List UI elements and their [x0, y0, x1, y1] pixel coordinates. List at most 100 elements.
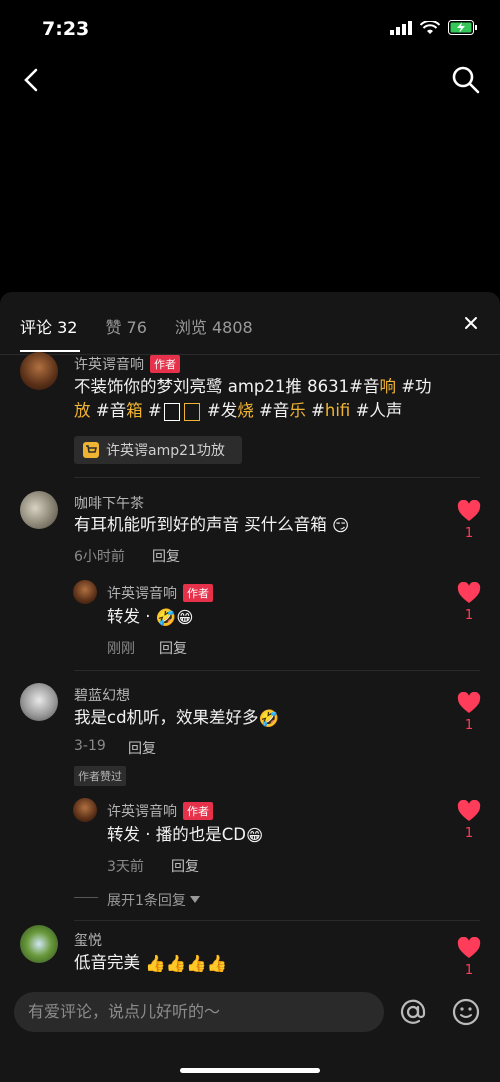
hashtag-highlight[interactable]: 响	[379, 377, 396, 396]
comment-text-content: 我是cd机听，效果差好多	[74, 708, 259, 727]
mention-icon[interactable]	[398, 997, 428, 1027]
hashtag-highlight[interactable]: 箱	[126, 401, 143, 420]
avatar[interactable]	[20, 925, 58, 963]
grin-emoji-icon: 😏	[332, 515, 350, 535]
avatar[interactable]	[73, 798, 97, 822]
heart-icon	[457, 691, 481, 713]
comment-text: 转发 · 播的也是CD😁	[107, 823, 263, 848]
comment-text-content: 转发 · 播的也是CD	[107, 825, 246, 844]
product-link[interactable]: 许英谔amp21功放	[74, 436, 242, 464]
comment-text-content: 转发 ·	[107, 607, 156, 626]
tab-bar: 评论 32 赞 76 浏览 4808	[20, 314, 253, 338]
comment-time: 刚刚	[107, 641, 135, 657]
author-badge: 作者	[150, 355, 180, 373]
post-text-segment: 不装饰你的梦刘亮鹭 amp21推 8631#音	[74, 377, 380, 396]
post-text-line: 不装饰你的梦刘亮鹭 amp21推 8631#音响 #功	[74, 375, 454, 399]
search-icon[interactable]	[450, 64, 482, 96]
avatar[interactable]	[73, 580, 97, 604]
product-label: 许英谔amp21功放	[106, 443, 225, 459]
like-count: 1	[464, 963, 474, 978]
close-icon[interactable]	[464, 316, 478, 330]
missing-glyph-icon	[163, 402, 180, 421]
commenter-name[interactable]: 玺悦	[74, 930, 102, 950]
comment-text: 我是cd机听，效果差好多🤣	[74, 706, 279, 731]
grinning-emoji-icon: 😁	[176, 607, 194, 627]
like-button[interactable]: 1	[456, 499, 482, 541]
post-text-segment: #	[142, 401, 162, 420]
tab-likes[interactable]: 赞 76	[105, 314, 146, 338]
comment-text: 低音完美 👍👍👍👍	[74, 951, 227, 976]
reply-button[interactable]: 回复	[152, 546, 180, 566]
tab-comments[interactable]: 评论 32	[20, 314, 77, 338]
post-text-line: 放 #音箱 # #发烧 #音乐 #hifi #人声	[74, 399, 454, 423]
post-text: 不装饰你的梦刘亮鹭 amp21推 8631#音响 #功 放 #音箱 # #发烧 …	[74, 375, 454, 423]
reply-button[interactable]: 回复	[159, 638, 187, 658]
reply-button[interactable]: 回复	[128, 738, 156, 758]
commenter-name[interactable]: 许英谔音响	[107, 583, 177, 603]
avatar[interactable]	[20, 352, 58, 390]
caret-down-icon	[189, 896, 200, 903]
home-indicator	[180, 1068, 320, 1073]
grinning-emoji-icon: 😁	[245, 825, 264, 845]
post-text-segment: #音	[90, 401, 127, 420]
avatar[interactable]	[20, 683, 58, 721]
comment-time: 3-19	[74, 738, 106, 754]
expand-replies[interactable]: 展开1条回复	[107, 890, 200, 910]
comment-text: 有耳机能听到好的声音 买什么音箱 😏	[74, 513, 349, 538]
tab-underline	[20, 350, 80, 352]
thumbs-up-emoji-icon: 👍👍👍👍	[145, 953, 228, 973]
commenter-name[interactable]: 碧蓝幻想	[74, 685, 130, 705]
like-count: 1	[464, 718, 474, 733]
comment-divider	[74, 920, 480, 921]
signal-icon	[390, 20, 412, 35]
reply-button[interactable]: 回复	[171, 856, 199, 876]
comment-input-placeholder: 有爱评论，说点儿好听的～	[28, 1002, 221, 1021]
heart-icon	[457, 499, 481, 521]
like-button[interactable]: 1	[456, 799, 482, 841]
status-icons	[390, 20, 478, 35]
tab-views[interactable]: 浏览 4808	[175, 314, 253, 338]
like-button[interactable]: 1	[456, 581, 482, 623]
author-liked-tag: 作者赞过	[74, 766, 126, 786]
comment-divider	[74, 477, 480, 478]
back-arrow-icon[interactable]	[18, 64, 46, 96]
commenter-name[interactable]: 许英谔音响	[107, 801, 177, 821]
commenter-name[interactable]: 咖啡下午茶	[74, 493, 144, 513]
comment-text-content: 有耳机能听到好的声音 买什么音箱	[74, 515, 327, 534]
rofl-emoji-icon: 🤣	[258, 708, 280, 728]
heart-icon	[457, 581, 481, 603]
post-text-segment: #	[305, 401, 325, 420]
post-text-segment: #功	[395, 377, 432, 396]
author-name[interactable]: 许英谔音响	[74, 354, 144, 374]
comment-divider	[74, 670, 480, 671]
post-header: 许英谔音响 作者	[74, 354, 180, 374]
reply-header: 许英谔音响 作者	[107, 583, 213, 603]
expand-line	[74, 897, 98, 898]
author-badge: 作者	[183, 584, 213, 602]
like-count: 1	[464, 608, 474, 623]
missing-glyph-icon	[183, 402, 200, 421]
emoji-icon[interactable]	[452, 998, 480, 1026]
post-text-segment: #发	[201, 401, 238, 420]
shopping-cart-icon	[83, 442, 99, 458]
comment-text-content: 低音完美	[74, 953, 140, 972]
comment-text: 转发 · 🤣😁	[107, 605, 194, 630]
comment-time: 3天前	[107, 859, 144, 875]
reply-header: 许英谔音响 作者	[107, 801, 213, 821]
post-text-segment: #音	[253, 401, 290, 420]
heart-icon	[457, 799, 481, 821]
like-count: 1	[464, 826, 474, 841]
like-count: 1	[464, 526, 474, 541]
hashtag-highlight[interactable]: hifi	[325, 401, 350, 420]
wifi-icon	[420, 20, 440, 34]
status-time: 7:23	[42, 18, 90, 40]
comment-input[interactable]: 有爱评论，说点儿好听的～	[14, 992, 384, 1032]
rofl-emoji-icon: 🤣	[155, 607, 177, 627]
hashtag-highlight[interactable]: 乐	[289, 401, 306, 420]
battery-charging-icon	[448, 20, 477, 35]
avatar[interactable]	[20, 491, 58, 529]
hashtag-highlight[interactable]: 放	[74, 401, 91, 420]
like-button[interactable]: 1	[456, 691, 482, 733]
like-button[interactable]: 1	[456, 936, 482, 978]
hashtag-highlight[interactable]: 烧	[237, 401, 254, 420]
